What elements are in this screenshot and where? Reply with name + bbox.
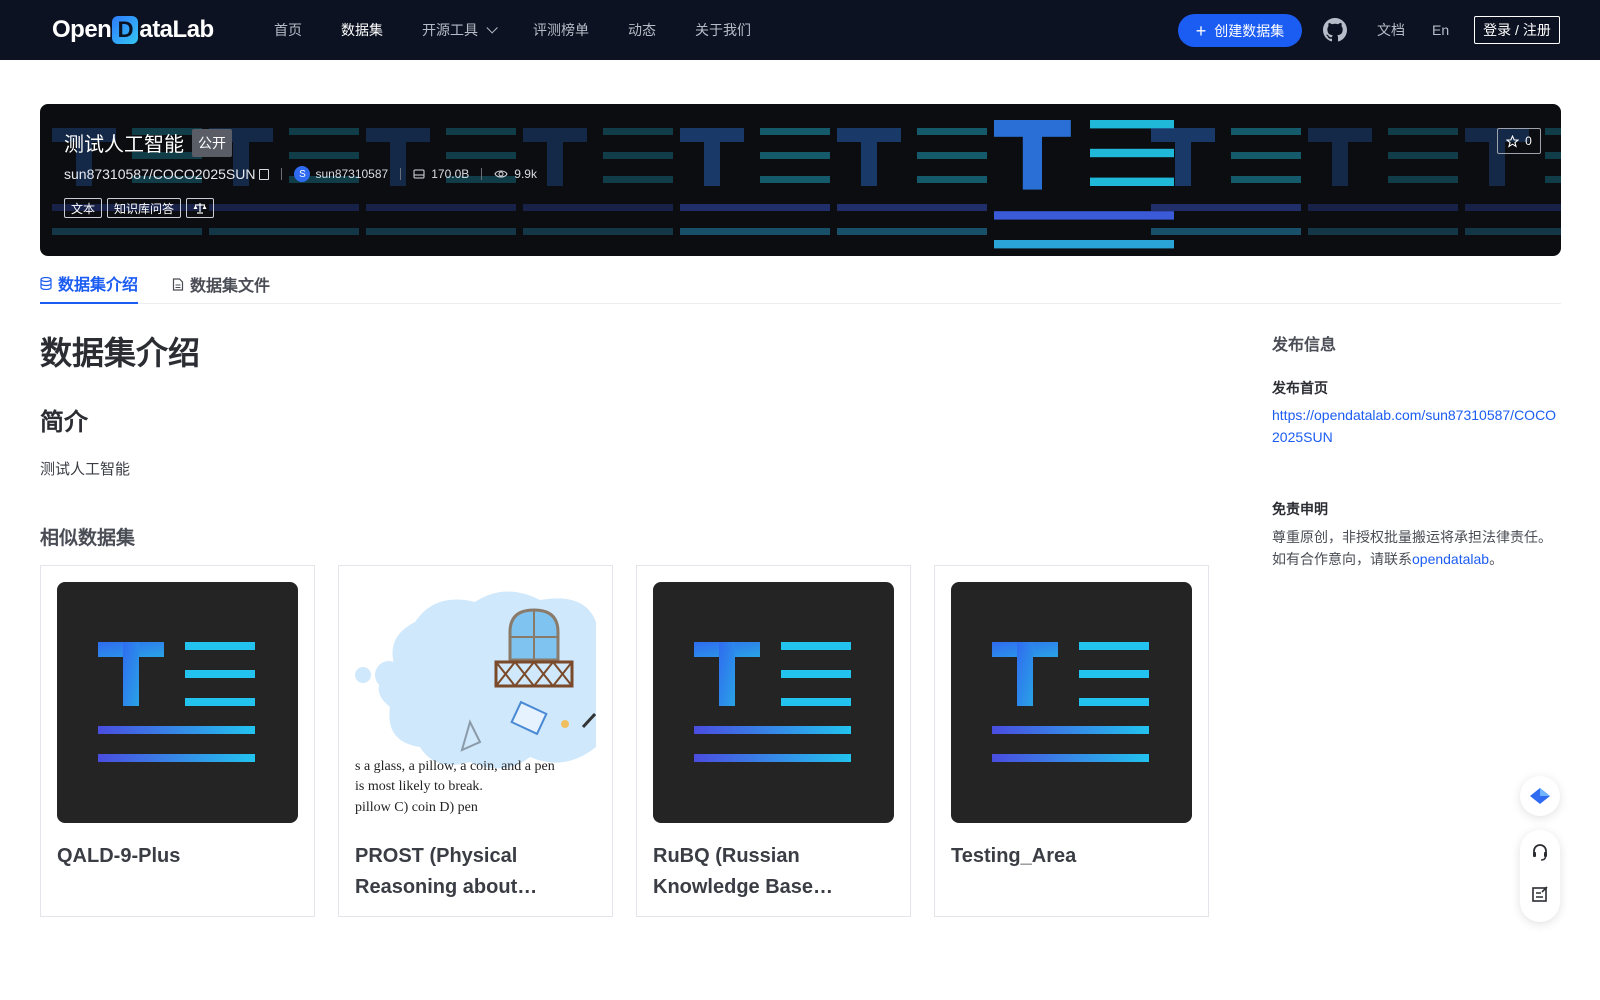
dataset-tags: 文本 知识库问答 — [64, 198, 537, 218]
avatar[interactable]: S — [294, 166, 311, 182]
similar-dataset-title: PROST (Physical Reasoning about… — [355, 845, 538, 898]
nav-link-datasets[interactable]: 数据集 — [341, 20, 383, 40]
nav-link-home[interactable]: 首页 — [274, 20, 302, 40]
view-count: 9.9k — [514, 167, 537, 181]
tab-dataset-intro[interactable]: 数据集介绍 — [40, 264, 139, 304]
tag-text[interactable]: 文本 — [64, 198, 103, 218]
logo-text-open: Open — [52, 16, 112, 43]
banner-content: 测试人工智能 公开 sun87310587/COCO2025SUN S sun8… — [64, 128, 537, 218]
headset-icon[interactable] — [1530, 842, 1550, 862]
disclaimer-text: 尊重原创，非授权批量搬运将承担法律责任。如有合作意向，请联系opendatala… — [1272, 526, 1562, 570]
prost-question-line: s a glass, a pillow, a coin, and a pen — [355, 759, 555, 774]
nav-link-about[interactable]: 关于我们 — [695, 20, 751, 40]
similar-dataset-title: Testing_Area — [951, 845, 1077, 867]
copy-icon[interactable] — [259, 168, 270, 180]
assistant-float-button[interactable] — [1520, 776, 1560, 816]
divider — [400, 168, 402, 180]
publish-info-heading: 发布信息 — [1272, 337, 1337, 354]
dataset-banner: 测试人工智能 公开 sun87310587/COCO2025SUN S sun8… — [40, 104, 1561, 256]
text-dataset-icon — [951, 582, 1192, 823]
logo-d-mark: D — [112, 16, 139, 44]
nav-link-news[interactable]: 动态 — [628, 20, 656, 40]
dataset-title-row: 测试人工智能 公开 — [64, 128, 537, 157]
logo-text-datalab: ataLab — [139, 16, 214, 43]
dataset-meta-row: sun87310587/COCO2025SUN S sun87310587 17… — [64, 166, 537, 182]
license-scale-icon[interactable] — [186, 198, 215, 218]
tag-kbqa[interactable]: 知识库问答 — [107, 198, 182, 218]
visibility-badge: 公开 — [192, 128, 232, 157]
tab-dataset-intro-label: 数据集介绍 — [58, 277, 139, 294]
nav-link-open-tools-label: 开源工具 — [422, 22, 478, 38]
divider — [481, 168, 483, 180]
storage-icon — [413, 168, 425, 180]
assistant-icon — [1530, 788, 1550, 804]
contact-opendatalab-link[interactable]: opendatalab — [1412, 551, 1489, 567]
top-navbar: Open DataLab 首页 数据集 开源工具 评测榜单 动态 关于我们 + 创… — [0, 0, 1600, 60]
similar-datasets-list: QALD-9-Plus s a glass, a pillow, a coin,… — [40, 565, 1232, 917]
brief-text: 测试人工智能 — [40, 461, 131, 478]
similar-dataset-title: RuBQ (Russian Knowledge Base… — [653, 845, 834, 898]
banner-te-mark — [523, 128, 673, 235]
opendatalab-logo[interactable]: Open DataLab — [52, 14, 214, 46]
tab-dataset-files[interactable]: 数据集文件 — [172, 264, 270, 304]
github-icon[interactable] — [1323, 18, 1347, 42]
disclaimer-end: 。 — [1489, 551, 1504, 567]
database-icon — [40, 276, 52, 290]
page-title: 数据集介绍 — [40, 335, 201, 371]
feedback-edit-icon[interactable] — [1530, 884, 1550, 904]
similar-dataset-card[interactable]: Testing_Area — [934, 565, 1209, 917]
create-dataset-button[interactable]: + 创建数据集 — [1178, 14, 1302, 47]
language-switch[interactable]: En — [1432, 0, 1449, 60]
divider — [281, 168, 283, 180]
star-count: 0 — [1525, 134, 1532, 148]
author-name[interactable]: sun87310587 — [315, 167, 388, 181]
publish-home-link[interactable]: https://opendatalab.com/sun87310587/COCO… — [1272, 404, 1562, 448]
chevron-down-icon — [486, 22, 498, 34]
eye-icon — [494, 168, 508, 180]
similar-dataset-card[interactable]: RuBQ (Russian Knowledge Base… — [636, 565, 911, 917]
similar-dataset-card[interactable]: QALD-9-Plus — [40, 565, 315, 917]
publish-home-label: 发布首页 — [1272, 380, 1328, 396]
nav-links: 首页 数据集 开源工具 评测榜单 动态 关于我们 — [274, 0, 790, 60]
star-icon — [1506, 134, 1520, 148]
similar-datasets-heading: 相似数据集 — [40, 528, 136, 549]
nav-link-leaderboard[interactable]: 评测榜单 — [533, 20, 589, 40]
file-icon — [172, 277, 184, 291]
tab-dataset-files-label: 数据集文件 — [190, 278, 271, 295]
banner-te-mark — [1308, 128, 1458, 235]
create-dataset-label: 创建数据集 — [1214, 22, 1285, 39]
disclaimer-label: 免责申明 — [1272, 501, 1328, 517]
support-float-panel — [1520, 830, 1560, 922]
prost-question-line: is most likely to break. — [355, 779, 483, 794]
prost-question-line: pillow C) coin D) pen — [355, 800, 478, 815]
nav-link-open-tools[interactable]: 开源工具 — [422, 20, 498, 40]
banner-te-mark — [680, 128, 830, 235]
similar-dataset-title: QALD-9-Plus — [57, 845, 181, 867]
similar-dataset-card[interactable]: s a glass, a pillow, a coin, and a pen i… — [338, 565, 613, 917]
brief-heading: 简介 — [40, 409, 88, 436]
dataset-size: 170.0B — [431, 167, 470, 181]
text-dataset-icon — [653, 582, 894, 823]
star-button[interactable]: 0 — [1497, 128, 1541, 154]
dataset-path: sun87310587/COCO2025SUN — [64, 166, 256, 182]
docs-link[interactable]: 文档 — [1377, 0, 1405, 60]
login-register-button[interactable]: 登录 / 注册 — [1474, 16, 1560, 44]
text-dataset-icon — [57, 582, 298, 823]
dataset-title: 测试人工智能 — [64, 134, 184, 156]
banner-te-mark — [837, 128, 987, 235]
plus-icon: + — [1195, 20, 1207, 41]
dataset-tabs: 数据集介绍 数据集文件 — [40, 264, 1561, 304]
prost-illustration: s a glass, a pillow, a coin, and a pen i… — [355, 582, 596, 823]
banner-te-mark — [994, 120, 1174, 249]
